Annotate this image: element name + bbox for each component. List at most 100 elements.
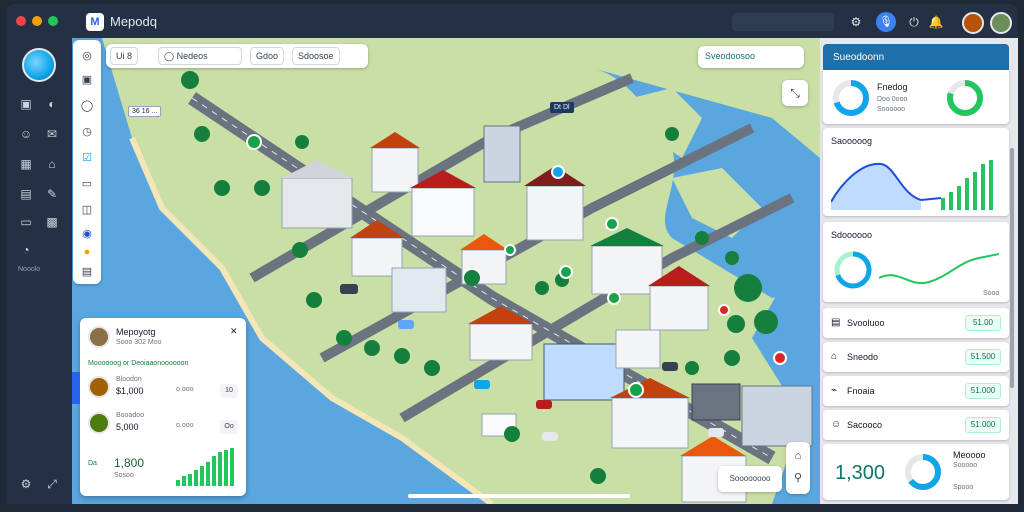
metric-badge: 51.000 bbox=[965, 383, 1001, 399]
right-panel-scrollbar[interactable] bbox=[1010, 148, 1014, 388]
map-view-pill[interactable]: Sveodoosoo bbox=[698, 46, 804, 68]
list-item-label: Booadoo bbox=[116, 412, 145, 419]
folder-icon[interactable]: ▭ bbox=[18, 214, 34, 230]
list-item-value: 5,000 bbox=[116, 422, 139, 432]
metric-row[interactable]: ⌂ Sneodo 51.500 bbox=[823, 342, 1009, 372]
map-tool-column: ◎ ▣ ◯ ◷ ☑ ▭ ◫ ◉ ● ▤ bbox=[73, 40, 101, 284]
filter-chip-ui[interactable]: Ui 8 bbox=[110, 47, 139, 65]
window-titlebar: M Mepodq ⚙ 🎙 ⏻ 🔔 bbox=[6, 4, 1018, 38]
user-avatar-2[interactable] bbox=[990, 12, 1012, 34]
close-icon[interactable]: ✕ bbox=[230, 326, 238, 337]
layers-icon[interactable]: ▭ bbox=[79, 176, 95, 192]
notification-icon[interactable]: 🔔 bbox=[928, 14, 944, 30]
avatar[interactable] bbox=[88, 376, 110, 398]
frame-icon[interactable]: ◫ bbox=[79, 202, 95, 218]
total-value: 1,800 bbox=[114, 456, 145, 470]
tag-icon[interactable]: ⌂ bbox=[44, 156, 60, 172]
avatar[interactable] bbox=[88, 326, 110, 348]
collapse-map-icon[interactable]: ⤡ bbox=[782, 80, 808, 106]
locate-icon[interactable]: ⚲ bbox=[790, 470, 806, 486]
maximize-window-button[interactable] bbox=[48, 16, 58, 26]
document-icon[interactable]: ▤ bbox=[18, 186, 34, 202]
app-title: Mepodq bbox=[110, 14, 157, 29]
stats-card: Fnedog Doo 0ooo Soooooo bbox=[823, 70, 1009, 124]
metric-row[interactable]: ▤ Svooluoo 51.00 bbox=[823, 308, 1009, 338]
expand-icon[interactable]: ⤢ bbox=[44, 476, 60, 492]
home-icon[interactable]: ⌂ bbox=[790, 448, 806, 464]
line-chart bbox=[879, 253, 999, 285]
summary-caption: Spooo bbox=[953, 484, 974, 491]
grid-icon[interactable]: ▩ bbox=[44, 214, 60, 230]
app-logo: M bbox=[86, 13, 104, 31]
list-item-button[interactable]: 10 bbox=[220, 384, 238, 398]
map-view-label: Sveodoosoo bbox=[705, 51, 756, 61]
metric-row[interactable]: ☺ Sacooco 51.000 bbox=[823, 410, 1009, 440]
filter-chip-sdoosoe[interactable]: Sdoosoe bbox=[292, 47, 340, 65]
metric-label: Sacooco bbox=[847, 420, 883, 430]
filter-dropdown[interactable]: ◯ Nedeos bbox=[158, 47, 242, 65]
edit-icon[interactable]: ✎ bbox=[44, 186, 60, 202]
profile-icon[interactable]: ◉ bbox=[79, 226, 95, 242]
stats-sub-2: Soooooo bbox=[877, 106, 906, 113]
filter-chip-gdoo[interactable]: Gdoo bbox=[250, 47, 285, 65]
gallery-icon[interactable]: ▦ bbox=[18, 156, 34, 172]
activity-icon[interactable]: ⚙ bbox=[848, 14, 864, 30]
power-icon[interactable]: ⏻ bbox=[906, 14, 922, 30]
window-controls bbox=[16, 16, 58, 26]
user-avatar[interactable] bbox=[962, 12, 984, 34]
mic-icon[interactable]: 🎙 bbox=[876, 12, 896, 32]
list-item-value: $1,000 bbox=[116, 386, 144, 396]
metric-badge: 51.000 bbox=[965, 417, 1001, 433]
panel-header-title: Sueodoonn bbox=[833, 52, 885, 63]
search-icon[interactable]: ◯ bbox=[79, 98, 95, 114]
target-icon[interactable]: ◎ bbox=[79, 48, 95, 64]
list-item-amount: o.ooo bbox=[176, 422, 194, 429]
panel-header: Sueodoonn bbox=[823, 44, 1009, 70]
list-item-button[interactable]: Oo bbox=[220, 420, 238, 434]
top-search-input[interactable] bbox=[732, 13, 834, 31]
bookmark-icon: ⌂ bbox=[831, 351, 838, 362]
metric-label: Sneodo bbox=[847, 352, 879, 362]
list-item-label: Bloodon bbox=[116, 376, 142, 383]
camera-icon[interactable]: ▣ bbox=[79, 72, 95, 88]
rail-label: Nooolo bbox=[18, 266, 41, 273]
avatar[interactable] bbox=[88, 412, 110, 434]
metric-row[interactable]: ⌁ Fnoaia 51.000 bbox=[823, 376, 1009, 406]
summary-card: 1,300 Meoooo Sooooo Spooo bbox=[823, 444, 1009, 500]
map-nav-controls: ⌂ ⚲ bbox=[786, 442, 810, 494]
users-icon[interactable]: ☺ bbox=[18, 126, 34, 142]
total-label: Da bbox=[88, 460, 97, 467]
minimize-window-button[interactable] bbox=[32, 16, 42, 26]
map-horizontal-scrollbar[interactable] bbox=[408, 494, 630, 498]
chat-icon[interactable]: ✉ bbox=[44, 126, 60, 142]
trend-card: Saooooog bbox=[823, 128, 1009, 216]
people-card-link[interactable]: Moooooog or Deoiaaonoooooon bbox=[88, 360, 188, 367]
total-caption: Sosoo bbox=[114, 472, 134, 479]
people-card: Mepoyotg Sooo 302 Moo ✕ Moooooog or Deoi… bbox=[72, 318, 246, 496]
metric-badge: 51.500 bbox=[965, 349, 1001, 365]
donut-chart bbox=[833, 80, 869, 116]
camera-icon[interactable]: ▣ bbox=[18, 96, 34, 112]
chart-icon[interactable]: ◔ bbox=[18, 242, 34, 258]
mini-bar-chart bbox=[176, 448, 234, 486]
card-accent bbox=[72, 372, 80, 404]
metric-label: Fnoaia bbox=[847, 386, 875, 396]
map-location-tag[interactable]: 36 16 ... bbox=[128, 106, 162, 117]
globe-logo-icon[interactable] bbox=[22, 48, 56, 82]
summary-title: Meoooo bbox=[953, 450, 986, 460]
metric-badge: 51.00 bbox=[965, 315, 1001, 331]
people-card-subtitle: Sooo 302 Moo bbox=[116, 339, 162, 346]
headset-icon[interactable]: ◐ bbox=[44, 96, 60, 112]
settings-icon[interactable]: ⚙ bbox=[18, 476, 34, 492]
summary-donut bbox=[905, 454, 941, 490]
checkbox-icon[interactable]: ☑ bbox=[79, 150, 95, 166]
people-card-title: Mepoyotg bbox=[116, 327, 156, 337]
list-icon[interactable]: ▤ bbox=[79, 264, 95, 280]
close-window-button[interactable] bbox=[16, 16, 26, 26]
clock-icon[interactable]: ◷ bbox=[79, 124, 95, 140]
summary-sub: Sooooo bbox=[953, 462, 978, 469]
warning-icon[interactable]: ● bbox=[79, 244, 95, 260]
line-card-caption: Sooo bbox=[983, 290, 1000, 297]
map-area-tag[interactable]: Dt Dl bbox=[550, 102, 574, 113]
map-info-card[interactable]: Soooooooo bbox=[718, 466, 782, 492]
